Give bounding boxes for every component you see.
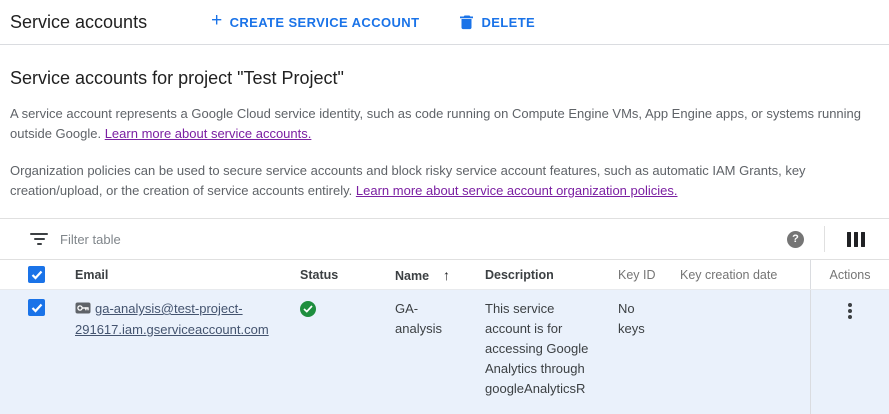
row-select-cell xyxy=(0,290,75,414)
row-status-cell xyxy=(300,290,395,414)
service-account-name: GA-analysis xyxy=(395,299,455,339)
select-all-cell xyxy=(0,266,75,283)
create-service-account-button[interactable]: + CREATE SERVICE ACCOUNT xyxy=(203,9,427,36)
table-header-row: Email Status Name ↑ Description Key ID Ke… xyxy=(0,260,889,290)
toolbar-divider xyxy=(824,226,825,252)
service-account-email-link[interactable]: ga-analysis@test-project-291617.iam.gser… xyxy=(75,301,269,337)
page-header: Service accounts + CREATE SERVICE ACCOUN… xyxy=(0,0,889,45)
intro-paragraph-1: A service account represents a Google Cl… xyxy=(10,104,875,144)
delete-label: DELETE xyxy=(481,15,535,30)
column-header-status[interactable]: Status xyxy=(300,268,395,282)
plus-icon: + xyxy=(211,14,223,28)
create-service-account-label: CREATE SERVICE ACCOUNT xyxy=(230,15,420,30)
row-key-id-cell: No keys xyxy=(618,290,680,414)
filter-table-input[interactable] xyxy=(60,232,787,247)
trash-icon xyxy=(459,14,474,30)
section-heading: Service accounts for project "Test Proje… xyxy=(10,68,875,89)
intro-section: Service accounts for project "Test Proje… xyxy=(0,45,889,201)
service-account-icon xyxy=(75,300,91,320)
table-row[interactable]: ga-analysis@test-project-291617.iam.gser… xyxy=(0,290,889,414)
sort-ascending-icon[interactable]: ↑ xyxy=(443,267,450,283)
delete-button[interactable]: DELETE xyxy=(451,8,543,36)
column-header-name[interactable]: Name ↑ xyxy=(395,267,485,283)
select-all-checkbox[interactable] xyxy=(28,266,45,283)
service-accounts-table: ? Email Status Name ↑ Description Key ID … xyxy=(0,218,889,414)
row-actions-cell xyxy=(810,290,889,414)
intro-paragraph-2: Organization policies can be used to sec… xyxy=(10,161,875,201)
row-email-cell: ga-analysis@test-project-291617.iam.gser… xyxy=(75,290,300,414)
row-name-cell: GA-analysis xyxy=(395,290,485,414)
column-header-key-creation-date[interactable]: Key creation date xyxy=(680,268,810,282)
column-header-name-label: Name xyxy=(395,269,429,283)
column-header-key-id[interactable]: Key ID xyxy=(618,268,680,282)
filter-icon[interactable] xyxy=(30,233,48,245)
table-filter-bar: ? xyxy=(0,219,889,260)
column-header-actions: Actions xyxy=(810,260,889,289)
key-id-value: No keys xyxy=(618,299,652,339)
column-display-icon[interactable] xyxy=(845,230,867,249)
service-account-description: This service account is for accessing Go… xyxy=(485,299,597,399)
row-actions-menu-icon[interactable] xyxy=(842,299,858,414)
column-header-description[interactable]: Description xyxy=(485,268,618,282)
page-title: Service accounts xyxy=(10,12,147,33)
row-description-cell: This service account is for accessing Go… xyxy=(485,290,618,414)
row-checkbox[interactable] xyxy=(28,299,45,316)
learn-more-org-policies-link[interactable]: Learn more about service account organiz… xyxy=(356,183,678,198)
row-key-creation-date-cell xyxy=(680,290,810,414)
help-glyph: ? xyxy=(792,233,799,245)
status-active-icon xyxy=(300,301,316,317)
column-header-email[interactable]: Email xyxy=(75,268,300,282)
learn-more-service-accounts-link[interactable]: Learn more about service accounts. xyxy=(105,126,312,141)
help-icon[interactable]: ? xyxy=(787,231,804,248)
